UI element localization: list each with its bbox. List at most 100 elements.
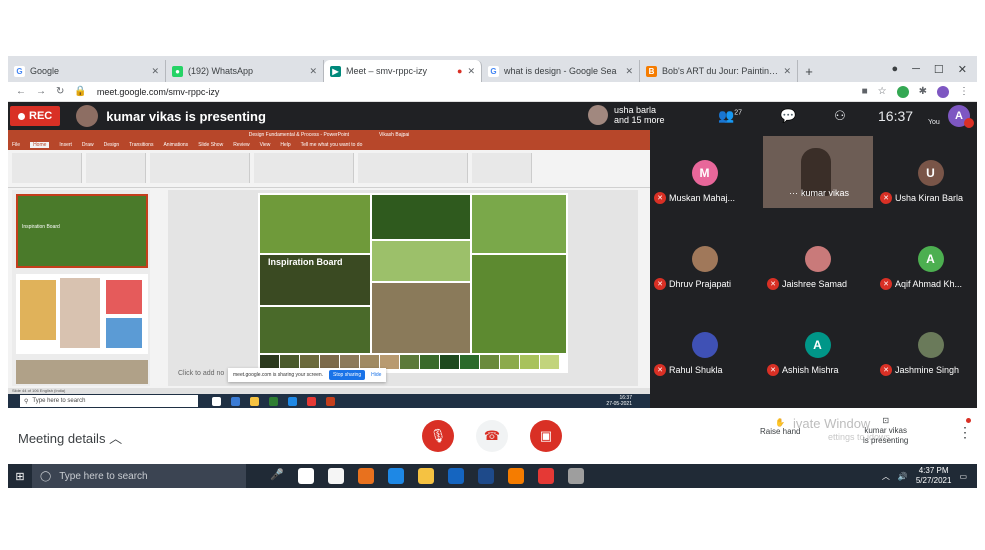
ppt-menu-bar: File Home Insert Draw Design Transitions… [8, 140, 650, 150]
mic-toggle-button[interactable]: 🎙 [422, 420, 454, 452]
extension-icon[interactable] [896, 85, 909, 98]
swatch [420, 355, 439, 369]
windows-taskbar: ⊞ ◯ Type here to search 🎤 ︿ 🔊 4:37 PM 5/… [8, 464, 977, 488]
slide-thumbnail[interactable] [16, 360, 148, 384]
shared-taskbar-icons [212, 396, 335, 406]
swatch [280, 355, 299, 369]
shared-clock: 16:37 27-05-2021 [606, 395, 632, 407]
participant-tile[interactable]: ✕ Rahul Shukla [650, 314, 759, 384]
swatch [300, 355, 319, 369]
meeting-details-button[interactable]: Meeting details ︿ [18, 428, 122, 447]
ppt-ribbon [8, 150, 650, 188]
participant-tile[interactable]: U ✕ Usha Kiran Barla [876, 142, 977, 212]
address-bar: ← → ↻ 🔒 meet.google.com/smv-rppc-izy ■ ☆… [8, 82, 977, 102]
notes-placeholder[interactable]: Click to add no [178, 370, 224, 377]
leave-call-button[interactable]: ☎ [476, 420, 508, 452]
participant-avatar: A [917, 246, 944, 272]
maximize-icon[interactable]: ☐ [934, 63, 944, 76]
ribbon-clipboard [12, 153, 82, 183]
meet-icon: ▶ [330, 65, 341, 77]
participant-tile[interactable]: ✕ Dhruv Prajapati [650, 228, 759, 298]
volume-icon[interactable]: 🔊 [898, 472, 908, 481]
slide-thumbnails: Inspiration Board [12, 190, 150, 386]
speaking-icon: ··· [789, 188, 798, 198]
close-window-icon[interactable]: ✕ [958, 63, 967, 76]
reload-icon[interactable]: ↻ [56, 86, 64, 97]
chat-icon[interactable]: 💬 [780, 108, 796, 124]
taskbar-search[interactable]: ◯ Type here to search [32, 464, 246, 488]
camera-toggle-button[interactable]: ▣ [530, 420, 562, 452]
minimize-icon[interactable]: ─ [912, 63, 920, 75]
ppt-title-bar: Design Fundamental & Process - PowerPoin… [8, 130, 650, 140]
swatch [380, 355, 399, 369]
word-icon[interactable] [477, 468, 494, 484]
close-icon[interactable]: ✕ [309, 66, 317, 77]
participants-grid: M ✕ Muskan Mahaj... ··· kumar vikas U ✕ Ush… [650, 130, 977, 408]
blogger-icon: B [646, 65, 657, 77]
ribbon-font [150, 153, 250, 183]
slide-thumbnail[interactable] [16, 274, 148, 354]
extensions-puzzle-icon[interactable]: ✱ [919, 86, 927, 97]
office-icon[interactable] [357, 468, 374, 484]
notifications-icon[interactable]: ▭ [959, 472, 967, 481]
close-icon[interactable]: ✕ [467, 66, 475, 77]
stop-sharing-button[interactable]: Stop sharing [329, 370, 366, 380]
tab-whatsapp[interactable]: ● (192) WhatsApp ✕ [166, 60, 324, 82]
participant-tile[interactable]: ✕ Jaishree Samad [763, 228, 872, 298]
close-icon[interactable]: ✕ [783, 66, 791, 77]
tab-meet[interactable]: ▶ Meet – smv-rppc-izy ● ✕ [324, 60, 482, 82]
edge-icon[interactable] [387, 468, 404, 484]
store-icon[interactable] [327, 468, 344, 484]
people-icon[interactable]: 👥27 [718, 108, 742, 124]
search-icon: ◯ [40, 470, 52, 482]
camera-indicator-icon[interactable]: ■ [862, 86, 868, 97]
close-icon[interactable]: ✕ [625, 66, 633, 77]
mic-off-icon: ✕ [767, 364, 779, 376]
swatch [360, 355, 379, 369]
app-icon [326, 396, 335, 406]
presenting-indicator[interactable]: ⊡ kumar vikas is presenting [863, 416, 908, 446]
slide-canvas: Inspiration Board Click to add no meet.g… [168, 190, 638, 386]
system-clock[interactable]: 4:37 PM 5/27/2021 [916, 466, 952, 486]
explorer-icon[interactable] [417, 468, 434, 484]
forward-icon[interactable]: → [36, 86, 46, 97]
tab-google-search[interactable]: G what is design - Google Sea ✕ [482, 60, 640, 82]
participant-tile[interactable]: M ✕ Muskan Mahaj... [650, 142, 759, 212]
tab-google[interactable]: G Google ✕ [8, 60, 166, 82]
search-icon: ⚲ [24, 398, 29, 405]
mic-off-icon: 🎙 [429, 428, 447, 443]
hide-button[interactable]: Hide [371, 372, 381, 378]
profile-icon[interactable] [937, 85, 949, 98]
chrome-icon[interactable] [537, 468, 554, 484]
photos-icon[interactable] [447, 468, 464, 484]
menu-kebab-icon[interactable]: ⋮ [959, 86, 969, 97]
mic-off-icon: ✕ [654, 278, 666, 290]
taskview-icon[interactable] [297, 468, 314, 484]
app-icon [288, 396, 297, 406]
joined-avatar [588, 105, 608, 125]
more-options-icon[interactable]: ⋮ [958, 424, 972, 441]
grasshopper-photo [372, 195, 470, 239]
participant-tile[interactable]: A ✕ Ashish Mishra [763, 314, 872, 384]
url-field[interactable]: meet.google.com/smv-rppc-izy [97, 87, 220, 97]
close-icon[interactable]: ✕ [151, 66, 159, 77]
vlc-icon[interactable] [507, 468, 524, 484]
inspiration-slide: Inspiration Board [258, 193, 568, 373]
activities-icon[interactable]: ⚇ [834, 108, 846, 124]
bookmark-star-icon[interactable]: ☆ [878, 86, 887, 97]
back-icon[interactable]: ← [16, 86, 26, 97]
participant-tile-video[interactable]: ··· kumar vikas [763, 136, 873, 208]
participant-tile[interactable]: ✕ Jashmine Singh [876, 314, 977, 384]
profile-dot-icon[interactable]: ● [891, 63, 898, 75]
app-icon[interactable] [567, 468, 584, 484]
slide-thumbnail-selected[interactable]: Inspiration Board [16, 194, 148, 268]
participant-avatar: A [804, 332, 831, 358]
participant-tile[interactable]: A ✕ Aqif Ahmad Kh... [876, 228, 977, 298]
tab-blogger[interactable]: B Bob's ART du Jour: Painting - ✕ [640, 60, 798, 82]
recording-dot-icon: ● [457, 66, 463, 76]
joined-indicator[interactable]: usha barla and 15 more [588, 105, 665, 125]
new-tab-button[interactable]: + [798, 60, 820, 82]
tray-chevron-icon[interactable]: ︿ [882, 471, 890, 482]
windows-start-icon[interactable]: ⊞ [8, 464, 32, 488]
microphone-icon[interactable]: 🎤 [270, 468, 284, 484]
